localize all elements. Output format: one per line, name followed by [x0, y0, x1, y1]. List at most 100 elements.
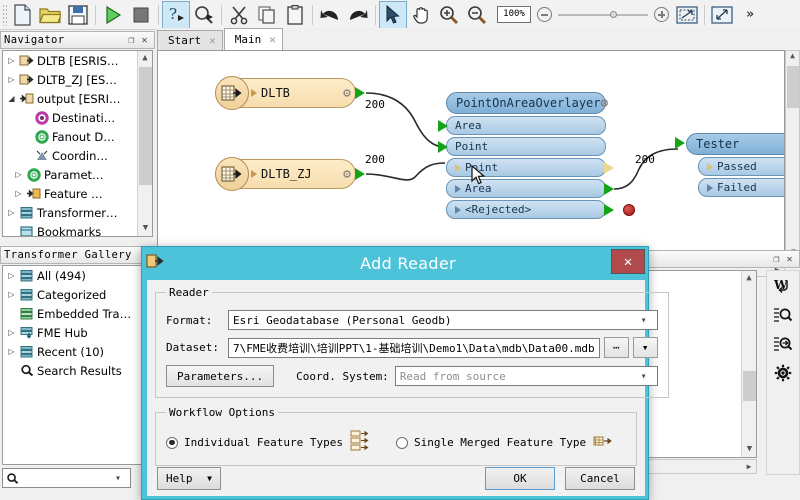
dataset-history-dropdown[interactable]: ▾ [632, 337, 658, 358]
dataset-input[interactable]: 7\FME收费培训\培训PPT\1-基础培训\Demo1\Data\mdb\Da… [228, 337, 600, 358]
tree-item-output[interactable]: ◢ output [ESRI… [3, 89, 139, 108]
cancel-button[interactable]: Cancel [565, 467, 635, 490]
scroll-up-icon[interactable]: ▲ [138, 51, 152, 66]
input-port-area[interactable]: Area [438, 116, 606, 135]
twisty-icon[interactable]: ▷ [5, 347, 18, 356]
reader-output-port[interactable] [355, 168, 365, 180]
radio-single-merged-feature-type[interactable] [395, 436, 408, 449]
reader-output-port[interactable] [355, 87, 365, 99]
overflow-icon[interactable]: » [736, 1, 764, 29]
expand-triangle-icon[interactable] [707, 183, 713, 192]
gear-icon[interactable]: ⚙ [343, 87, 351, 100]
canvas-vertical-scrollbar[interactable]: ▲ ▼ [785, 50, 800, 262]
scrollbar-thumb[interactable] [743, 371, 756, 401]
gallery-item-recent[interactable]: ▷ Recent (10) [3, 342, 152, 361]
add-reader-dialog[interactable]: Add Reader ✕ Reader Format: Esri Geodata… [141, 246, 669, 500]
gallery-search-box[interactable]: ▾ [2, 468, 131, 488]
expand-triangle-icon[interactable] [251, 89, 257, 97]
expand-triangle-icon[interactable] [455, 163, 461, 172]
chevron-down-icon[interactable]: ▾ [635, 315, 653, 326]
dialog-title-bar[interactable]: Add Reader ✕ [142, 247, 648, 280]
twisty-icon[interactable]: ▷ [12, 170, 25, 179]
zoom-out-tool-icon[interactable] [463, 1, 491, 29]
undock-icon[interactable]: ❐ [770, 254, 783, 265]
cut-icon[interactable] [225, 1, 253, 29]
log-settings-icon[interactable] [771, 362, 795, 384]
format-select[interactable]: Esri Geodatabase (Personal Geodb) ▾ [228, 310, 658, 330]
twisty-icon[interactable]: ▷ [5, 56, 18, 65]
close-icon[interactable]: ✕ [611, 249, 645, 274]
twisty-icon[interactable]: ▷ [5, 290, 18, 299]
twisty-icon[interactable]: ▷ [12, 189, 25, 198]
transformer-header[interactable]: Tester [675, 133, 784, 155]
zoom-in-tool-icon[interactable] [435, 1, 463, 29]
radio-individual-feature-types[interactable] [166, 436, 178, 449]
tree-item-destination[interactable]: Destinati… [3, 108, 139, 127]
run-with-prompt-icon[interactable]: ? [162, 0, 190, 29]
navigator-scrollbar[interactable]: ▲ ▼ [137, 51, 152, 236]
parameters-button[interactable]: Parameters... [166, 365, 275, 387]
tree-item-fanout[interactable]: Fanout D… [3, 127, 139, 146]
output-port-area[interactable]: Area [446, 179, 614, 198]
gallery-item-search-results[interactable]: Search Results [3, 361, 152, 380]
undo-icon[interactable] [316, 1, 344, 29]
run-icon[interactable] [99, 1, 127, 29]
expand-triangle-icon[interactable] [707, 162, 713, 171]
transformer-node-tester[interactable]: Tester Passed Failed [675, 133, 784, 197]
gallery-tree[interactable]: ▷ All (494) ▷ Categorized Embedded Tra… … [2, 265, 153, 465]
tree-item-dltb-zj[interactable]: ▷ DLTB_ZJ [ES… [3, 70, 139, 89]
copy-icon[interactable] [253, 1, 281, 29]
twisty-icon[interactable]: ◢ [5, 94, 18, 103]
close-icon[interactable]: ✕ [209, 34, 216, 47]
log-vertical-scrollbar[interactable]: ▲ ▼ [741, 271, 756, 457]
coord-system-select[interactable]: Read from source ▾ [394, 366, 658, 386]
find-next-icon[interactable] [771, 333, 795, 355]
fit-to-window-icon[interactable] [708, 1, 736, 29]
expand-triangle-icon[interactable] [251, 170, 257, 178]
transformer-header[interactable]: PointOnAreaOverlayer ⚙ [446, 92, 609, 114]
word-wrap-icon[interactable]: W [771, 275, 795, 297]
close-icon[interactable]: ✕ [783, 254, 796, 265]
reader-node-dltb-zj[interactable]: DLTB_ZJ ⚙ [215, 157, 365, 191]
output-port-point[interactable]: Point [446, 158, 614, 177]
gallery-item-categorized[interactable]: ▷ Categorized [3, 285, 152, 304]
chevron-down-icon[interactable]: ▾ [635, 371, 653, 382]
scroll-up-icon[interactable]: ▲ [742, 271, 756, 286]
input-port-point[interactable]: Point [438, 137, 606, 156]
select-tool-icon[interactable] [379, 0, 407, 29]
inspect-icon[interactable] [190, 1, 218, 29]
reader-node-body[interactable]: DLTB ⚙ [215, 76, 356, 110]
tree-item-bookmarks[interactable]: Bookmarks [3, 222, 139, 236]
redo-icon[interactable] [344, 1, 372, 29]
tree-item-dltb[interactable]: ▷ DLTB [ESRIS… [3, 51, 139, 70]
tab-start[interactable]: Start ✕ [157, 30, 223, 50]
gear-icon[interactable]: ⚙ [343, 168, 351, 181]
zoom-decrease-button[interactable] [537, 7, 552, 22]
expand-triangle-icon[interactable] [455, 184, 461, 193]
stop-icon[interactable] [127, 1, 155, 29]
gear-icon[interactable]: ⚙ [601, 97, 609, 110]
close-icon[interactable]: ✕ [138, 35, 151, 46]
paste-icon[interactable] [281, 1, 309, 29]
zoom-increase-button[interactable] [654, 7, 669, 22]
twisty-icon[interactable]: ▷ [5, 75, 18, 84]
twisty-icon[interactable]: ▷ [5, 328, 18, 337]
tree-item-parameters[interactable]: ▷ Paramet… [3, 165, 139, 184]
zoom-slider-knob[interactable] [610, 10, 617, 18]
chevron-down-icon[interactable]: ▼ [207, 474, 212, 483]
tab-main[interactable]: Main ✕ [223, 28, 283, 50]
chevron-down-icon[interactable]: ▾ [109, 473, 127, 484]
gallery-item-embedded[interactable]: Embedded Tra… [3, 304, 152, 323]
navigator-tree[interactable]: ▷ DLTB [ESRIS… ▷ DLTB_ZJ [ES… ◢ output [… [2, 50, 153, 237]
reader-node-dltb[interactable]: DLTB ⚙ [215, 76, 365, 110]
twisty-icon[interactable]: ▷ [5, 208, 18, 217]
scroll-down-icon[interactable]: ▼ [138, 221, 152, 236]
help-button[interactable]: Help ▼ [157, 467, 221, 490]
scrollbar-thumb[interactable] [139, 67, 152, 185]
output-port-failed[interactable]: Failed [698, 178, 784, 197]
find-icon[interactable] [771, 304, 795, 326]
rejected-endpoint-dot[interactable] [623, 204, 635, 216]
undock-icon[interactable]: ❐ [125, 35, 138, 46]
output-port-rejected[interactable]: <Rejected> [446, 200, 635, 219]
scroll-right-icon[interactable]: ▶ [742, 460, 756, 473]
